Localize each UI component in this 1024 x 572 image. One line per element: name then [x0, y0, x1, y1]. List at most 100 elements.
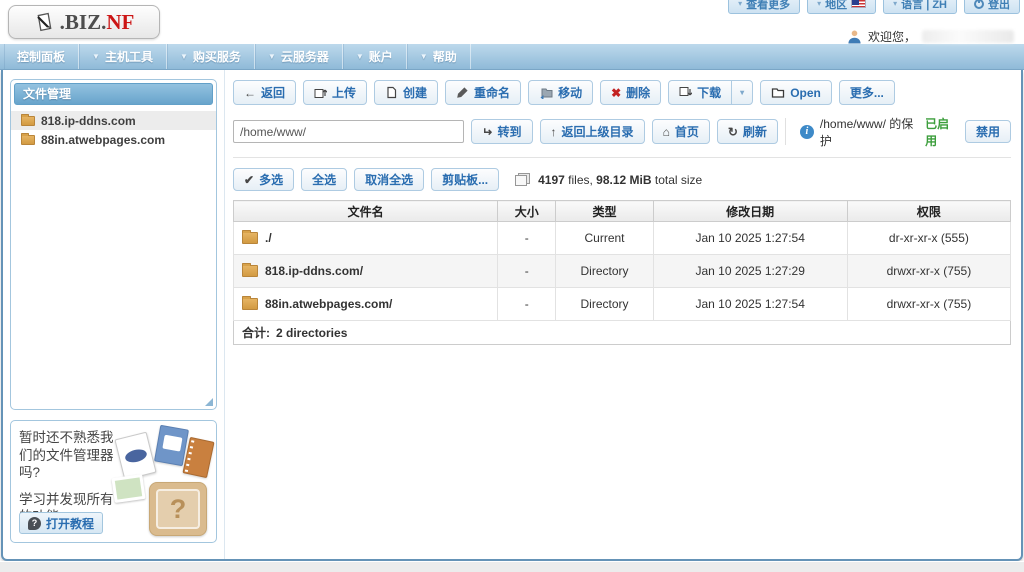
column-header-modified[interactable]: 修改日期: [653, 201, 847, 222]
avatar: [847, 29, 862, 44]
column-header-size[interactable]: 大小: [498, 201, 556, 222]
file-modified: Jan 10 2025 1:27:29: [653, 255, 847, 288]
open-tutorial-button[interactable]: ? 打开教程: [19, 512, 103, 534]
nav-item-order-services[interactable]: ▼ 购买服务: [167, 44, 255, 69]
refresh-button[interactable]: ↻ 刷新: [717, 119, 778, 144]
directory-stats: 4197 files, 98.12 MiB total size: [515, 173, 702, 187]
nav-item-account[interactable]: ▼ 账户: [343, 44, 407, 69]
home-button[interactable]: ⌂ 首页: [652, 119, 710, 144]
deselect-all-button[interactable]: 取消全选: [354, 168, 424, 191]
back-button[interactable]: ← 返回: [233, 80, 296, 105]
chevron-down-icon: ▼: [180, 52, 188, 61]
protection-status: i /home/www/ 的保护 已启用 禁用: [785, 118, 1011, 145]
protection-label: /home/www/ 的保护: [820, 115, 919, 149]
sidebar-folder-88in-atwebpages-com[interactable]: 88in.atwebpages.com: [11, 130, 216, 149]
file-size: -: [498, 255, 556, 288]
tutorial-illustration: ?: [112, 426, 214, 538]
move-button[interactable]: 移动: [528, 80, 593, 105]
chevron-down-icon: ▼: [92, 52, 100, 61]
file-permissions: dr-xr-xr-x (555): [847, 222, 1010, 255]
table-header-row: 文件名 大小 类型 修改日期 权限: [234, 201, 1011, 222]
doc-file-icon: [154, 425, 189, 466]
logout-button[interactable]: 登出: [964, 0, 1020, 14]
file-permissions: drwxr-xr-x (755): [847, 288, 1010, 321]
table-total-row: 合计:2 directories: [234, 321, 1011, 345]
upload-button[interactable]: 上传: [303, 80, 367, 105]
create-button[interactable]: 创建: [374, 80, 438, 105]
nav-item-cloud-servers[interactable]: ▼ 云服务器: [255, 44, 343, 69]
download-options-button[interactable]: ▾: [731, 80, 753, 105]
file-manager-main: ← 返回 上传 创建: [225, 70, 1021, 559]
sidebar-folder-818-ip-ddns-com[interactable]: 818.ip-ddns.com: [11, 111, 216, 130]
file-manager-panel: 文件管理 818.ip-ddns.com 88in.atwebpages.com: [10, 79, 217, 410]
file-type: Current: [556, 222, 653, 255]
delete-x-icon: ✖: [611, 87, 621, 99]
page: .BIZ.NF ▾ 查看更多 ▾ 地区 ▾ 语言 | ZH 登出: [0, 0, 1024, 572]
column-header-type[interactable]: 类型: [556, 201, 653, 222]
download-icon: [679, 86, 692, 99]
top-button-row: ▾ 查看更多 ▾ 地区 ▾ 语言 | ZH 登出: [728, 0, 1020, 14]
clipboard-button[interactable]: 剪贴板...: [431, 168, 499, 191]
file-modified: Jan 10 2025 1:27:54: [653, 288, 847, 321]
file-manager-panel-title: 文件管理: [14, 83, 213, 105]
content-area: 文件管理 818.ip-ddns.com 88in.atwebpages.com…: [1, 70, 1023, 561]
question-tile-icon: ?: [149, 482, 207, 536]
welcome-text: 欢迎您，: [868, 28, 916, 45]
pencil-icon: [456, 86, 469, 99]
folder-icon: [242, 298, 258, 310]
folder-icon: [242, 232, 258, 244]
info-icon: i: [800, 125, 814, 139]
file-type: Directory: [556, 288, 653, 321]
site-logo[interactable]: .BIZ.NF: [8, 5, 160, 39]
nav-item-control-panel[interactable]: 控制面板: [4, 44, 79, 69]
chevron-down-icon: ▾: [817, 0, 821, 8]
tutorial-promo-panel: 暂时还不熟悉我们的文件管理器吗? 学习并发现所有的功能 ? ? 打开教程: [10, 420, 217, 543]
sidebar-folder-label: 818.ip-ddns.com: [41, 114, 136, 128]
nav-item-hosting-tools[interactable]: ▼ 主机工具: [79, 44, 167, 69]
nav-item-help[interactable]: ▼ 帮助: [407, 44, 471, 69]
column-header-permissions[interactable]: 权限: [847, 201, 1010, 222]
rename-button[interactable]: 重命名: [445, 80, 521, 105]
see-more-button[interactable]: ▾ 查看更多: [728, 0, 800, 14]
php-file-icon: [114, 432, 156, 481]
file-name: 88in.atwebpages.com/: [265, 297, 392, 311]
table-row-818-ip-ddns-com[interactable]: 818.ip-ddns.com/ - Directory Jan 10 2025…: [234, 255, 1011, 288]
open-folder-icon: [771, 86, 785, 99]
toolbar: ← 返回 上传 创建: [233, 80, 1011, 105]
file-name: ./: [265, 231, 272, 245]
parent-directory-button[interactable]: ↑ 返回上级目录: [540, 119, 645, 144]
file-size: -: [498, 222, 556, 255]
sidebar-folder-list: 818.ip-ddns.com 88in.atwebpages.com: [11, 111, 216, 149]
top-header: .BIZ.NF ▾ 查看更多 ▾ 地区 ▾ 语言 | ZH 登出: [0, 0, 1024, 44]
table-row-current[interactable]: ./ - Current Jan 10 2025 1:27:54 dr-xr-x…: [234, 222, 1011, 255]
up-arrow-icon: ↑: [551, 126, 557, 138]
chevron-down-icon: ▾: [738, 0, 742, 8]
multi-select-button[interactable]: ✔ 多选: [233, 168, 294, 191]
video-file-icon: [182, 437, 214, 478]
go-arrow-icon: ↵: [482, 126, 492, 138]
image-file-icon: [111, 474, 145, 503]
table-row-88in-atwebpages-com[interactable]: 88in.atwebpages.com/ - Directory Jan 10 …: [234, 288, 1011, 321]
select-all-button[interactable]: 全选: [301, 168, 347, 191]
column-header-filename[interactable]: 文件名: [234, 201, 498, 222]
promo-question: 暂时还不熟悉我们的文件管理器吗?: [19, 429, 125, 482]
chevron-down-icon: ▾: [740, 88, 744, 97]
files-stack-icon: [515, 173, 530, 186]
path-input[interactable]: [233, 120, 464, 143]
go-button[interactable]: ↵ 转到: [471, 119, 532, 144]
more-button[interactable]: 更多...: [839, 80, 895, 105]
region-button[interactable]: ▾ 地区: [807, 0, 876, 14]
delete-button[interactable]: ✖ 删除: [600, 80, 661, 105]
total-value: 2 directories: [276, 326, 347, 340]
refresh-icon: ↻: [728, 126, 738, 138]
chevron-down-icon: ▼: [420, 52, 428, 61]
download-button[interactable]: 下载: [668, 80, 732, 105]
us-flag-icon: [851, 0, 866, 8]
disable-protection-button[interactable]: 禁用: [965, 120, 1011, 143]
chevron-down-icon: ▾: [893, 0, 897, 8]
path-row: ↵ 转到 ↑ 返回上级目录 ⌂ 首页 ↻ 刷新 i /home/www/ 的: [233, 118, 1011, 158]
language-button[interactable]: ▾ 语言 | ZH: [883, 0, 957, 14]
file-table: 文件名 大小 类型 修改日期 权限 ./ - Current Jan 10 20…: [233, 200, 1011, 345]
panel-resize-handle[interactable]: [205, 398, 213, 406]
open-button[interactable]: Open: [760, 80, 832, 105]
